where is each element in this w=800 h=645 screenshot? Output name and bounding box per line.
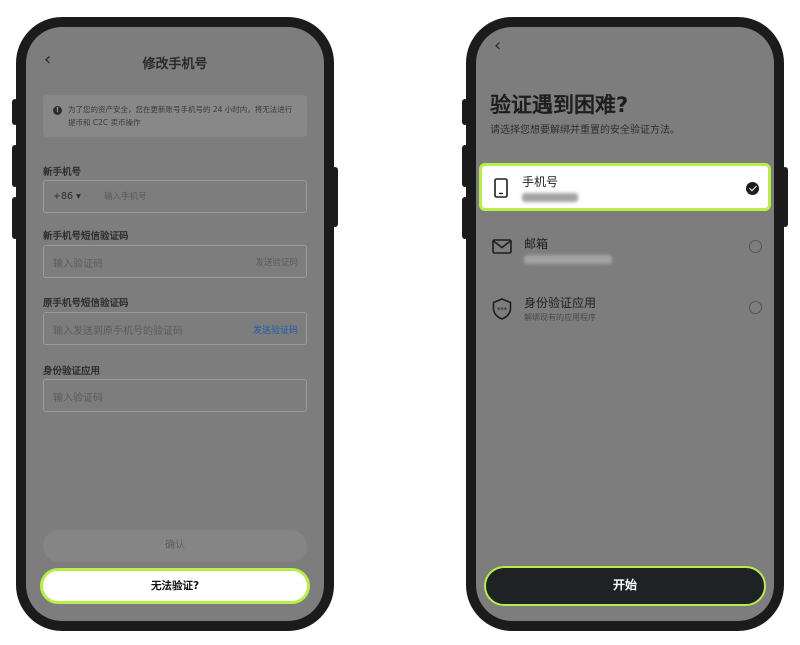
old-sms-code-label: 原手机号短信验证码 xyxy=(43,298,129,309)
option-email-label: 邮箱 xyxy=(524,237,549,251)
option-authenticator-label: 身份验证应用 xyxy=(524,296,597,310)
info-icon: ! xyxy=(53,106,62,115)
start-button[interactable]: 开始 xyxy=(484,566,766,606)
masked-email xyxy=(524,255,612,264)
back-icon[interactable]: ‹ xyxy=(494,37,501,55)
page-subtitle: 请选择您想要解绑并重置的安全验证方法。 xyxy=(490,125,680,136)
send-new-code-button[interactable]: 发送验证码 xyxy=(255,256,298,268)
auth-app-code-field[interactable]: 输入验证码 xyxy=(43,379,307,412)
right-screen: ‹ 验证遇到困难? 请选择您想要解绑并重置的安全验证方法。 手机号 邮箱 ***… xyxy=(476,27,774,621)
auth-app-code-placeholder: 输入验证码 xyxy=(53,393,103,404)
option-authenticator-desc: 解绑现有的应用程序 xyxy=(524,313,596,322)
new-phone-placeholder: 输入手机号 xyxy=(104,192,147,202)
mail-icon xyxy=(492,239,512,254)
volume-up-button xyxy=(462,145,468,187)
right-phone-frame: ‹ 验证遇到困难? 请选择您想要解绑并重置的安全验证方法。 手机号 邮箱 ***… xyxy=(462,17,788,631)
option-email[interactable]: 邮箱 xyxy=(476,221,774,271)
option-phone[interactable]: 手机号 xyxy=(479,163,771,211)
svg-text:***: *** xyxy=(497,306,508,314)
old-sms-code-placeholder: 输入发送到原手机号的验证码 xyxy=(53,326,183,337)
masked-phone-number xyxy=(522,193,578,202)
mute-switch xyxy=(462,99,468,125)
auth-app-label: 身份验证应用 xyxy=(43,366,101,377)
country-code-select[interactable]: +86 ▾ xyxy=(53,191,81,202)
mute-switch xyxy=(12,99,18,125)
left-phone-frame: ‹ 修改手机号 ! 为了您的资产安全，您在更新账号手机号的 24 小时内，将无法… xyxy=(12,17,338,631)
page-title: 验证遇到困难? xyxy=(490,93,629,117)
volume-down-button xyxy=(462,197,468,239)
shield-icon: *** xyxy=(492,298,512,320)
new-sms-code-placeholder: 输入验证码 xyxy=(53,259,103,270)
volume-up-button xyxy=(12,145,18,187)
left-screen: ‹ 修改手机号 ! 为了您的资产安全，您在更新账号手机号的 24 小时内，将无法… xyxy=(26,27,324,621)
volume-down-button xyxy=(12,197,18,239)
option-phone-label: 手机号 xyxy=(522,175,559,189)
new-sms-code-field[interactable]: 输入验证码 发送验证码 xyxy=(43,245,307,278)
power-button xyxy=(782,167,788,227)
phone-icon xyxy=(494,178,508,198)
cannot-verify-button[interactable]: 无法验证? xyxy=(40,568,310,604)
new-phone-label: 新手机号 xyxy=(43,167,82,178)
page-title: 修改手机号 xyxy=(142,57,208,72)
option-authenticator-radio[interactable] xyxy=(749,301,762,314)
confirm-button[interactable]: 确认 xyxy=(43,530,307,562)
new-phone-field[interactable]: +86 ▾ 输入手机号 xyxy=(43,180,307,213)
power-button xyxy=(332,167,338,227)
new-sms-code-label: 新手机号短信验证码 xyxy=(43,231,129,242)
option-email-radio[interactable] xyxy=(749,240,762,253)
security-notice: ! 为了您的资产安全，您在更新账号手机号的 24 小时内，将无法进行提币和 C2… xyxy=(43,95,307,137)
notice-text: 为了您的资产安全，您在更新账号手机号的 24 小时内，将无法进行提币和 C2C … xyxy=(68,105,293,127)
option-phone-radio[interactable] xyxy=(746,182,759,195)
option-authenticator[interactable]: *** 身份验证应用 解绑现有的应用程序 xyxy=(476,282,774,332)
old-sms-code-field[interactable]: 输入发送到原手机号的验证码 发送验证码 xyxy=(43,312,307,345)
send-old-code-button[interactable]: 发送验证码 xyxy=(253,323,298,336)
